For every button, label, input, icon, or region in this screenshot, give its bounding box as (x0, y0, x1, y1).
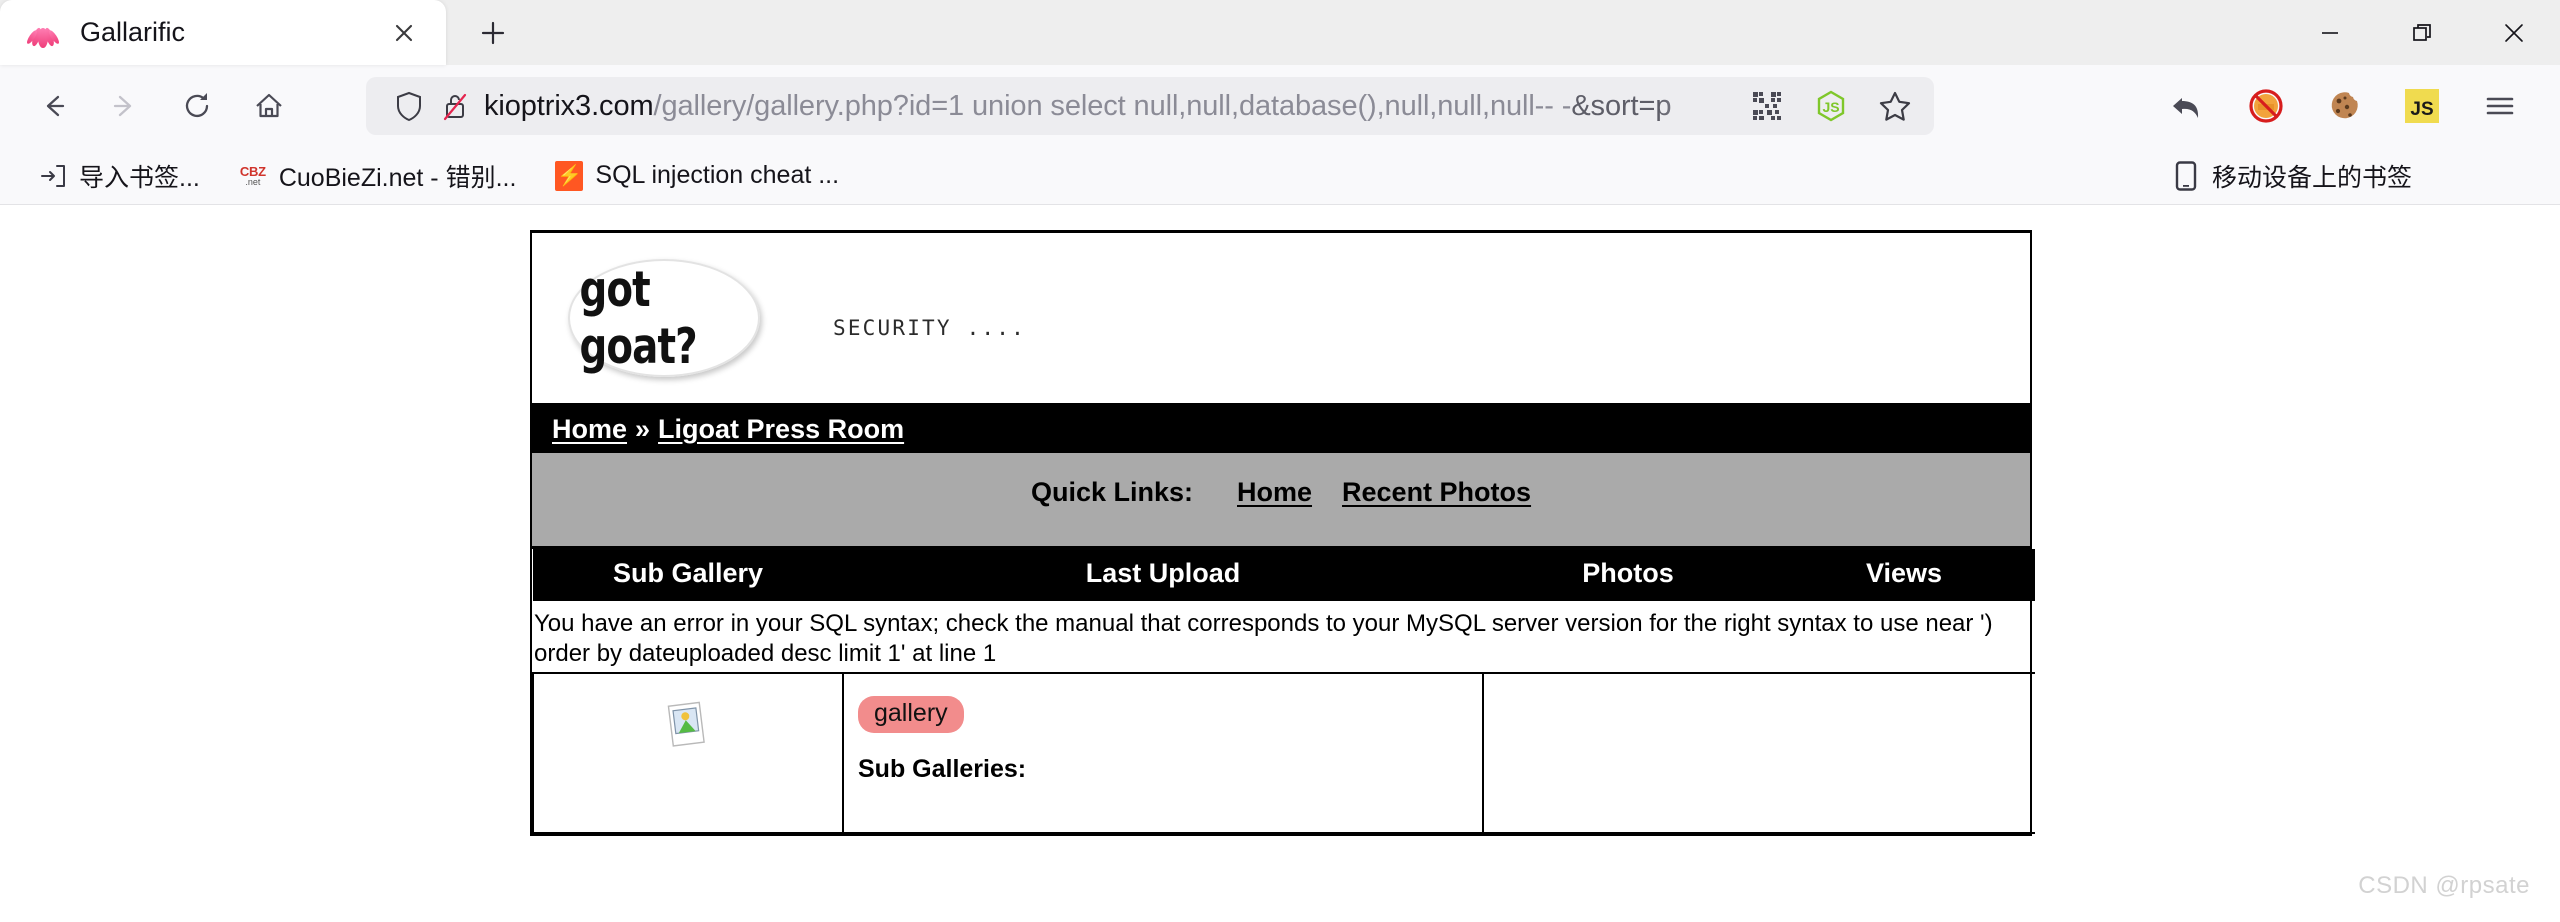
site-logo: got goat? (568, 259, 760, 377)
undo-arrow-icon[interactable] (2160, 78, 2216, 134)
lock-broken-icon[interactable] (432, 83, 478, 129)
window-controls (2284, 0, 2560, 65)
hamburger-menu-icon[interactable] (2472, 78, 2528, 134)
svg-text:JS: JS (2410, 99, 2433, 120)
bookmark-label: CuoBieZi.net - 错别... (278, 163, 517, 192)
column-header-sub-gallery[interactable]: Sub Gallery (533, 549, 843, 599)
browser-tab[interactable]: Gallarific (0, 0, 446, 65)
url-host: kioptrix3.com (484, 89, 654, 122)
cookie-icon[interactable] (2316, 78, 2372, 134)
table-header-row: Sub Gallery Last Upload Photos Views (533, 549, 2035, 599)
address-bar[interactable]: kioptrix3.com/gallery/gallery.php?id=1 u… (366, 77, 1934, 135)
flower-icon (26, 16, 60, 50)
watermark: CSDN @rpsate (2358, 872, 2530, 899)
qr-code-icon[interactable] (1744, 83, 1790, 129)
quick-links-bar: Quick Links: Home Recent Photos (532, 453, 2030, 549)
bookmark-import[interactable]: 导入书签... (26, 154, 212, 198)
minimize-button[interactable] (2284, 0, 2376, 65)
quick-link-recent-photos[interactable]: Recent Photos (1342, 477, 1531, 508)
bookmark-cuobiezi[interactable]: CBZ .net CuoBieZi.net - 错别... (226, 154, 529, 198)
bookmark-label: 移动设备上的书签 (2211, 163, 2412, 192)
import-icon (38, 161, 68, 191)
forward-button[interactable] (94, 75, 156, 137)
back-button[interactable] (22, 75, 84, 137)
star-icon[interactable] (1872, 83, 1918, 129)
nodejs-icon[interactable]: JS (1808, 83, 1854, 129)
js-badge-icon[interactable]: JS (2394, 78, 2450, 134)
site-container: got goat? SECURITY .... Home » Ligoat Pr… (530, 230, 2035, 836)
sub-galleries-label: Sub Galleries: (858, 754, 1027, 783)
tab-title: Gallarific (80, 17, 186, 47)
reload-button[interactable] (166, 75, 228, 137)
breadcrumb-separator: » (635, 414, 651, 444)
sql-error-cell: You have an error in your SQL syntax; ch… (533, 597, 2035, 673)
cell-views (1773, 671, 2035, 834)
column-header-photos[interactable]: Photos (1483, 549, 1773, 599)
logo-text: got goat? (579, 261, 698, 375)
block-icon[interactable] (2238, 78, 2294, 134)
cell-sub-gallery-thumb[interactable] (532, 671, 844, 834)
column-header-last-upload[interactable]: Last Upload (843, 549, 1483, 599)
cell-last-upload[interactable]: gallery Sub Galleries: (842, 671, 1484, 834)
bookmark-mobile-folder[interactable]: 移动设备上的书签 (2159, 154, 2424, 198)
close-button[interactable] (2468, 0, 2560, 65)
sql-error-line-1: You have an error in your SQL syntax; ch… (534, 609, 1993, 637)
url-path: /gallery/gallery.php?id=1 union select n… (653, 89, 1572, 122)
url-text[interactable]: kioptrix3.com/gallery/gallery.php?id=1 u… (484, 90, 1734, 123)
site-header: got goat? SECURITY .... (532, 233, 2030, 406)
home-button[interactable] (238, 75, 300, 137)
column-header-views[interactable]: Views (1773, 549, 2035, 599)
breadcrumb-home-link[interactable]: Home (552, 414, 627, 445)
phone-icon (2171, 160, 2201, 191)
breadcrumb: Home » Ligoat Press Room (532, 406, 2030, 453)
bookmarks-bar: 导入书签... CBZ .net CuoBieZi.net - 错别... ⚡ S… (0, 147, 2560, 205)
bookmark-sql-injection[interactable]: ⚡ SQL injection cheat ... (542, 154, 851, 198)
cbz-favicon: CBZ .net (239, 163, 266, 187)
url-query: &sort=p (1571, 89, 1672, 122)
restore-button[interactable] (2376, 0, 2468, 65)
svg-text:JS: JS (1822, 99, 1839, 115)
quick-links-label: Quick Links: (1030, 477, 1193, 507)
page-viewport: got goat? SECURITY .... Home » Ligoat Pr… (0, 205, 2560, 922)
image-placeholder-icon (664, 700, 712, 752)
navigation-toolbar: kioptrix3.com/gallery/gallery.php?id=1 u… (0, 65, 2560, 147)
site-tagline: SECURITY .... (833, 316, 1026, 340)
close-icon[interactable] (384, 13, 424, 53)
breadcrumb-current-link[interactable]: Ligoat Press Room (658, 414, 904, 445)
cell-photos (1483, 671, 1773, 834)
bookmark-label: SQL injection cheat ... (595, 161, 840, 189)
table-row: gallery Sub Galleries: (532, 671, 2035, 834)
browser-window: Gallarific kioptrix3.com/gallery/gallery… (0, 0, 2560, 922)
sql-error-line-2: order by dateuploaded desc limit 1' at l… (534, 640, 997, 668)
sql-error-row: You have an error in your SQL syntax; ch… (533, 597, 2035, 673)
bookmark-label: 导入书签... (79, 163, 200, 192)
tab-strip: Gallarific (0, 0, 2560, 65)
extensions-toolbar: JS (2160, 78, 2538, 134)
gallery-table: Sub Gallery Last Upload Photos Views You… (532, 549, 2035, 834)
sql-favicon: ⚡ (554, 160, 584, 191)
quick-link-home[interactable]: Home (1237, 477, 1312, 508)
shield-icon[interactable] (386, 83, 432, 129)
new-tab-button[interactable] (460, 3, 526, 63)
gallery-tag-badge[interactable]: gallery (858, 695, 964, 733)
